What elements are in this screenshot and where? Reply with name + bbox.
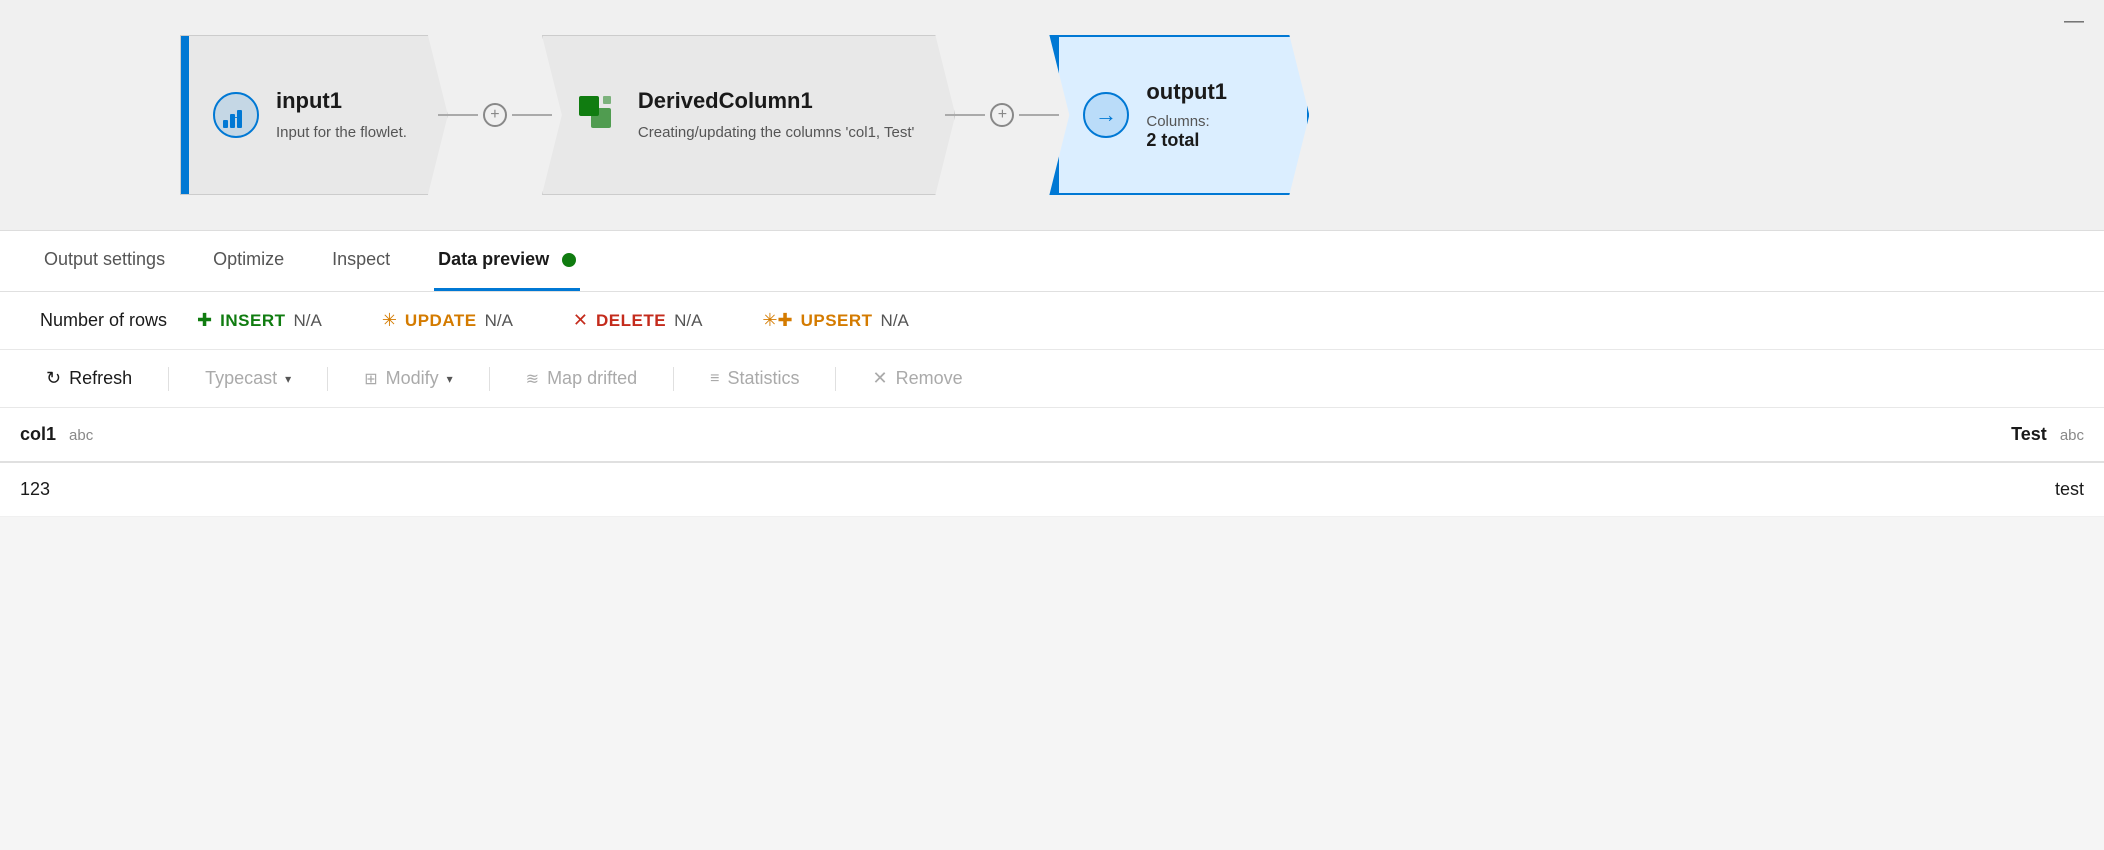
toolbar-separator-4 — [673, 367, 674, 391]
node-left-bar — [181, 36, 189, 194]
test-type: abc — [2060, 427, 2084, 444]
number-of-rows-label: Number of rows — [40, 310, 167, 331]
row-count-bar: Number of rows ✚ INSERT N/A ✳ UPDATE N/A… — [0, 292, 2104, 350]
upsert-label: UPSERT — [801, 311, 873, 331]
col1-header: col1 abc — [0, 408, 1054, 462]
tab-output-settings[interactable]: Output settings — [40, 231, 169, 291]
refresh-icon: ↻ — [46, 368, 61, 389]
output1-columns: Columns: 2 total — [1146, 113, 1267, 151]
toolbar-separator-1 — [168, 367, 169, 391]
flow-diagram: → input1 Input for the flowlet. + — [0, 0, 2104, 230]
upsert-count: ✳✚ UPSERT N/A — [762, 310, 908, 331]
derived-node-icon — [573, 90, 623, 140]
update-label: UPDATE — [405, 311, 477, 331]
bottom-panel: Output settings Optimize Inspect Data pr… — [0, 230, 2104, 517]
output1-content: output1 Columns: 2 total — [1146, 79, 1267, 151]
tab-data-preview[interactable]: Data preview — [434, 231, 580, 291]
delete-icon: ✕ — [573, 310, 588, 331]
modify-label: Modify — [386, 368, 439, 389]
update-count: ✳ UPDATE N/A — [382, 310, 513, 331]
derived-column1-title: DerivedColumn1 — [638, 88, 914, 114]
output1-title: output1 — [1146, 79, 1267, 105]
statistics-button[interactable]: ≡ Statistics — [704, 364, 805, 393]
svg-text:→: → — [1095, 102, 1117, 127]
upsert-icon: ✳✚ — [762, 310, 792, 331]
typecast-label: Typecast — [205, 368, 277, 389]
add-step-button-2[interactable]: + — [990, 103, 1014, 127]
refresh-label: Refresh — [69, 368, 132, 389]
input-node-icon: → — [211, 90, 261, 140]
connector-line-1b — [512, 114, 552, 116]
input1-content: input1 Input for the flowlet. — [276, 88, 407, 143]
remove-icon: ✕ — [872, 368, 887, 389]
test-cell: test — [1054, 462, 2104, 517]
map-drifted-button[interactable]: ≋ Map drifted — [520, 364, 643, 393]
refresh-button[interactable]: ↻ Refresh — [40, 364, 138, 393]
flow-node-derived-column1[interactable]: DerivedColumn1 Creating/updating the col… — [542, 35, 955, 195]
tab-optimize[interactable]: Optimize — [209, 231, 288, 291]
derived-column1-desc: Creating/updating the columns 'col1, Tes… — [638, 122, 914, 143]
test-name: Test — [2011, 424, 2047, 444]
output-node-icon: → — [1081, 90, 1131, 140]
map-drifted-icon: ≋ — [526, 369, 539, 389]
flow-node-input1[interactable]: → input1 Input for the flowlet. — [180, 35, 448, 195]
toolbar-separator-3 — [489, 367, 490, 391]
col1-cell: 123 — [0, 462, 1054, 517]
connector-line-2b — [1019, 114, 1059, 116]
modify-button[interactable]: ⊞ Modify ▾ — [358, 364, 458, 393]
tab-inspect[interactable]: Inspect — [328, 231, 394, 291]
data-preview-table: col1 abc Test abc 123 test — [0, 408, 2104, 517]
derived-column1-content: DerivedColumn1 Creating/updating the col… — [638, 88, 914, 143]
tabs-bar: Output settings Optimize Inspect Data pr… — [0, 231, 2104, 292]
connector-2: + — [945, 103, 1059, 127]
connector-line-1 — [438, 114, 478, 116]
typecast-button[interactable]: Typecast ▾ — [199, 364, 297, 393]
output1-columns-label: Columns: — [1146, 113, 1209, 130]
input1-title: input1 — [276, 88, 407, 114]
svg-text:→: → — [226, 104, 246, 126]
flow-node-output1[interactable]: → output1 Columns: 2 total — [1049, 35, 1309, 195]
modify-icon: ⊞ — [364, 369, 377, 389]
col1-type: abc — [69, 427, 93, 444]
input1-desc: Input for the flowlet. — [276, 122, 407, 143]
data-preview-toolbar: ↻ Refresh Typecast ▾ ⊞ Modify ▾ ≋ Map dr… — [0, 350, 2104, 408]
insert-label: INSERT — [220, 311, 285, 331]
table-header-row: col1 abc Test abc — [0, 408, 2104, 462]
statistics-label: Statistics — [727, 368, 799, 389]
remove-label: Remove — [896, 368, 963, 389]
update-icon: ✳ — [382, 310, 397, 331]
connector-line-2 — [945, 114, 985, 116]
update-value: N/A — [485, 311, 513, 331]
insert-count: ✚ INSERT N/A — [197, 310, 322, 331]
minimize-button[interactable]: — — [2064, 10, 2084, 33]
remove-button[interactable]: ✕ Remove — [866, 364, 968, 393]
toolbar-separator-5 — [835, 367, 836, 391]
insert-value: N/A — [293, 311, 321, 331]
delete-label: DELETE — [596, 311, 666, 331]
typecast-chevron-icon: ▾ — [285, 372, 291, 386]
upsert-value: N/A — [881, 311, 909, 331]
statistics-icon: ≡ — [710, 370, 719, 388]
connector-1: + — [438, 103, 552, 127]
data-preview-status-dot — [562, 253, 576, 267]
add-step-button-1[interactable]: + — [483, 103, 507, 127]
table-row: 123 test — [0, 462, 2104, 517]
tab-data-preview-label: Data preview — [438, 249, 549, 269]
insert-icon: ✚ — [197, 310, 212, 331]
data-table-area: col1 abc Test abc 123 test — [0, 408, 2104, 517]
toolbar-separator-2 — [327, 367, 328, 391]
output1-columns-value: 2 total — [1146, 130, 1267, 151]
modify-chevron-icon: ▾ — [447, 372, 453, 386]
delete-value: N/A — [674, 311, 702, 331]
map-drifted-label: Map drifted — [547, 368, 637, 389]
col1-name: col1 — [20, 424, 56, 444]
test-header: Test abc — [1054, 408, 2104, 462]
delete-count: ✕ DELETE N/A — [573, 310, 703, 331]
